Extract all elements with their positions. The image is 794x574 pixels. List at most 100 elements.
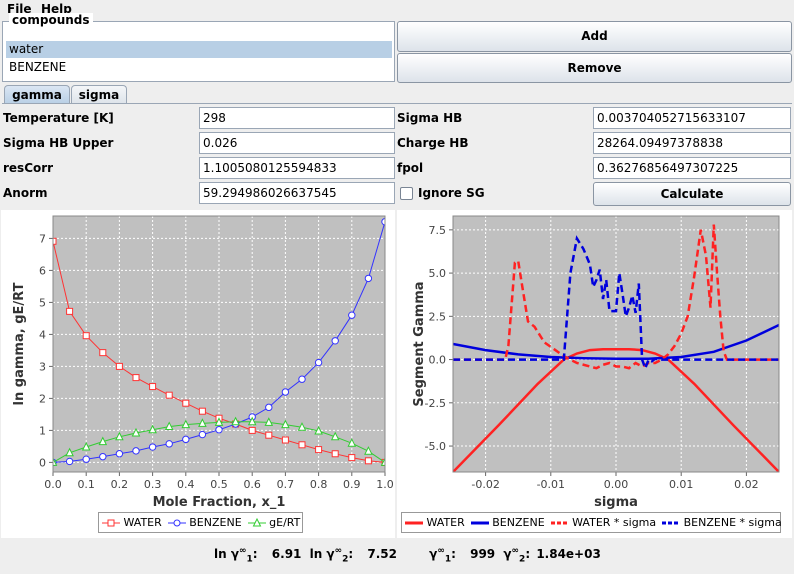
legend-item: WATER * sigma — [550, 516, 656, 529]
y-axis-title: ln gamma, gE/RT — [12, 282, 27, 405]
point-benzene — [348, 311, 356, 319]
list-item-water[interactable]: water — [6, 41, 392, 58]
ln-gamma2-value: 7.52 — [367, 547, 397, 561]
point-water — [331, 450, 339, 458]
x-tick-label: 0.00 — [604, 478, 629, 491]
tab-sigma[interactable]: sigma — [71, 85, 127, 104]
sigma-hb-label: Sigma HB — [397, 111, 463, 125]
legend-swatch — [102, 519, 120, 527]
ln-gamma1-label: ln γ∞1: — [214, 546, 258, 565]
point-water — [281, 436, 289, 444]
tab-gamma[interactable]: gamma — [4, 85, 70, 104]
ignore-sg-checkbox[interactable] — [400, 187, 413, 200]
sigma-hb-upper-field[interactable]: 0.026 — [199, 132, 395, 154]
legend-label: WATER — [120, 516, 162, 529]
point-benzene — [65, 457, 74, 466]
y-tick-label: 0 — [39, 456, 46, 469]
calculate-button[interactable]: Calculate — [593, 182, 791, 206]
point-benzene — [314, 358, 323, 367]
temperature-label: Temperature [K] — [3, 111, 114, 125]
legend-label: BENZENE — [488, 516, 545, 529]
y-tick-label: 5 — [39, 296, 46, 309]
legend-item: BENZENE — [167, 516, 242, 529]
y-tick-label: -5.0 — [425, 440, 446, 453]
fpol-label: fpol — [397, 161, 424, 175]
gamma1-value: 999 — [470, 547, 496, 561]
remove-button[interactable]: Remove — [397, 53, 792, 83]
point-water — [182, 399, 190, 407]
point-benzene — [148, 443, 157, 451]
sigma-hb-upper-label: Sigma HB Upper — [3, 136, 114, 150]
rescorr-label: resCorr — [3, 161, 54, 175]
x-tick-label: 0.3 — [144, 478, 162, 491]
point-benzene — [298, 375, 306, 383]
point-water — [66, 307, 74, 315]
point-benzene — [82, 455, 90, 463]
x-tick-label: 0.02 — [734, 478, 759, 491]
point-benzene — [215, 426, 223, 434]
point-water — [82, 332, 90, 340]
point-water — [132, 374, 140, 382]
legend-item: BENZENE * sigma — [662, 516, 782, 529]
ln-gamma2-label: ln γ∞2: — [309, 546, 354, 565]
gamma-chart: 0.0 0.1 0.2 0.3 0.4 0.5 0.6 0.7 0.8 0.9 1.0 0 1 2 3 4 5 6… — [12, 215, 394, 510]
x-axis-title: Mole Fraction, x_1 — [153, 495, 286, 510]
tab-divider — [2, 103, 792, 104]
y-tick-label: 7 — [39, 232, 46, 245]
y-tick-label: 1 — [39, 424, 46, 437]
anorm-label: Anorm — [3, 186, 48, 200]
point-water — [265, 431, 273, 439]
ln-gamma1-value: 6.91 — [271, 547, 302, 561]
x-tick-label: 0.9 — [343, 478, 361, 491]
point-water — [115, 362, 123, 370]
legend-label: gE/RT — [265, 516, 301, 529]
y-tick-label: 2.5 — [429, 310, 447, 323]
point-benzene — [331, 337, 339, 345]
point-benzene — [182, 435, 190, 444]
x-tick-label: 0.7 — [277, 478, 295, 491]
x-tick-label: 0.5 — [210, 478, 228, 491]
point-benzene — [99, 452, 107, 461]
point-water — [315, 446, 323, 454]
anorm-field[interactable]: 59.294986026637545 — [199, 182, 395, 204]
legend-swatch — [167, 519, 186, 527]
gamma2-label: γ∞2: — [503, 546, 531, 565]
charge-hb-field[interactable]: 28264.09497378838 — [593, 132, 791, 154]
x-axis-title: sigma — [594, 495, 638, 510]
legend-swatch — [662, 521, 681, 525]
gamma1-label: γ∞1: — [429, 546, 456, 565]
point-benzene — [198, 430, 207, 439]
add-button[interactable]: Add — [397, 21, 792, 52]
ignore-sg-label: Ignore SG — [418, 186, 485, 200]
x-tick-label: 0.8 — [310, 478, 328, 491]
y-tick-label: 5.0 — [429, 267, 447, 280]
legend-swatch — [247, 517, 266, 527]
point-water — [348, 454, 356, 462]
gamma-chart-legend: WATER BENZENE gE/RT — [98, 512, 303, 533]
x-tick-label: 0.6 — [243, 478, 261, 491]
compounds-title: compounds — [9, 13, 93, 27]
legend-item: WATER — [405, 516, 465, 529]
legend-swatch — [550, 521, 569, 525]
list-item-benzene[interactable]: BENZENE — [6, 59, 392, 76]
y-tick-label: 0.0 — [429, 354, 447, 367]
point-water — [248, 426, 256, 434]
status-bar: ln γ∞1: 6.91 ln γ∞2: 7.52 γ∞1: 999 γ∞2: … — [214, 546, 601, 564]
charge-hb-label: Charge HB — [397, 136, 469, 150]
x-tick-label: 0.01 — [669, 478, 694, 491]
y-axis-title: Segment Gamma — [412, 281, 427, 406]
fpol-field[interactable]: 0.36276856497307225 — [593, 157, 791, 179]
compounds-list[interactable]: compounds water BENZENE — [2, 13, 395, 82]
legend-label: WATER — [423, 516, 465, 529]
y-tick-label: 4 — [39, 328, 46, 341]
x-tick-label: 0.0 — [44, 478, 62, 491]
sigma-hb-field[interactable]: 0.003704052715633107 — [593, 107, 791, 129]
temperature-field[interactable]: 298 — [199, 107, 395, 129]
rescorr-field[interactable]: 1.1005080125594833 — [199, 157, 395, 179]
point-water — [298, 441, 306, 449]
point-water — [165, 391, 173, 399]
x-tick-label: 0.4 — [177, 478, 195, 491]
legend-label: BENZENE — [185, 516, 242, 529]
gamma2-value: 1.84e+03 — [536, 547, 601, 561]
legend-item: WATER — [102, 516, 162, 529]
